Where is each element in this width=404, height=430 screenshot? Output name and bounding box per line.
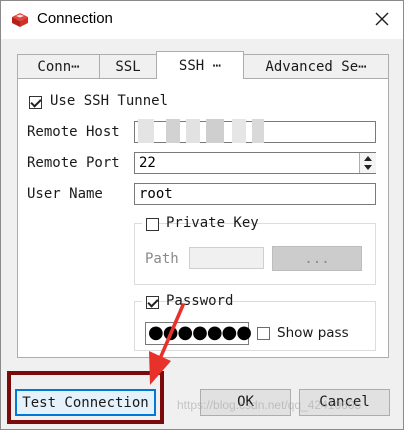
- use-ssh-tunnel-checkbox[interactable]: [29, 96, 42, 109]
- redaction-block: [252, 119, 264, 143]
- connection-dialog: Connection Conn⋯ SSL SSH ⋯ Advanced Se⋯ …: [0, 0, 404, 430]
- redaction-block: [186, 119, 200, 143]
- tab-connection[interactable]: Conn⋯: [17, 54, 100, 78]
- remote-port-label: Remote Port: [27, 155, 120, 171]
- private-key-header: Private Key: [142, 215, 259, 233]
- path-input[interactable]: [189, 247, 264, 269]
- remote-port-input[interactable]: 22: [134, 152, 376, 174]
- private-key-label: Private Key: [166, 215, 259, 231]
- stepper-up-icon[interactable]: [360, 153, 376, 163]
- private-key-checkbox[interactable]: [146, 218, 159, 231]
- redaction-block: [166, 119, 180, 143]
- tab-ssh[interactable]: SSH ⋯: [156, 51, 244, 79]
- redaction-block: [206, 119, 224, 143]
- user-name-input[interactable]: root: [134, 183, 376, 205]
- annotation-arrow: [149, 303, 185, 385]
- browse-key-button[interactable]: ...: [272, 246, 362, 271]
- show-password-label: Show pass: [277, 325, 349, 341]
- title-bar: Connection: [1, 1, 403, 39]
- ssh-tab-panel: Use SSH Tunnel Remote Host Remote Port 2…: [17, 78, 389, 358]
- test-connection-button[interactable]: Test Connection: [15, 389, 156, 416]
- show-password-checkbox[interactable]: [257, 327, 270, 340]
- port-stepper[interactable]: [359, 153, 376, 173]
- use-ssh-tunnel-label: Use SSH Tunnel: [50, 93, 169, 109]
- close-icon[interactable]: [373, 10, 391, 28]
- stepper-down-icon[interactable]: [360, 163, 376, 173]
- redaction-block: [232, 119, 246, 143]
- redis-logo-icon: [12, 13, 28, 27]
- tab-ssl[interactable]: SSL: [99, 54, 157, 78]
- window-title: Connection: [37, 10, 113, 27]
- redaction-block: [138, 119, 154, 143]
- path-label: Path: [145, 251, 179, 267]
- watermark-text: https://blog.csdn.net/qq_42410605: [177, 398, 362, 412]
- user-name-label: User Name: [27, 186, 103, 202]
- remote-host-label: Remote Host: [27, 124, 120, 140]
- tab-advanced-settings[interactable]: Advanced Se⋯: [243, 54, 389, 78]
